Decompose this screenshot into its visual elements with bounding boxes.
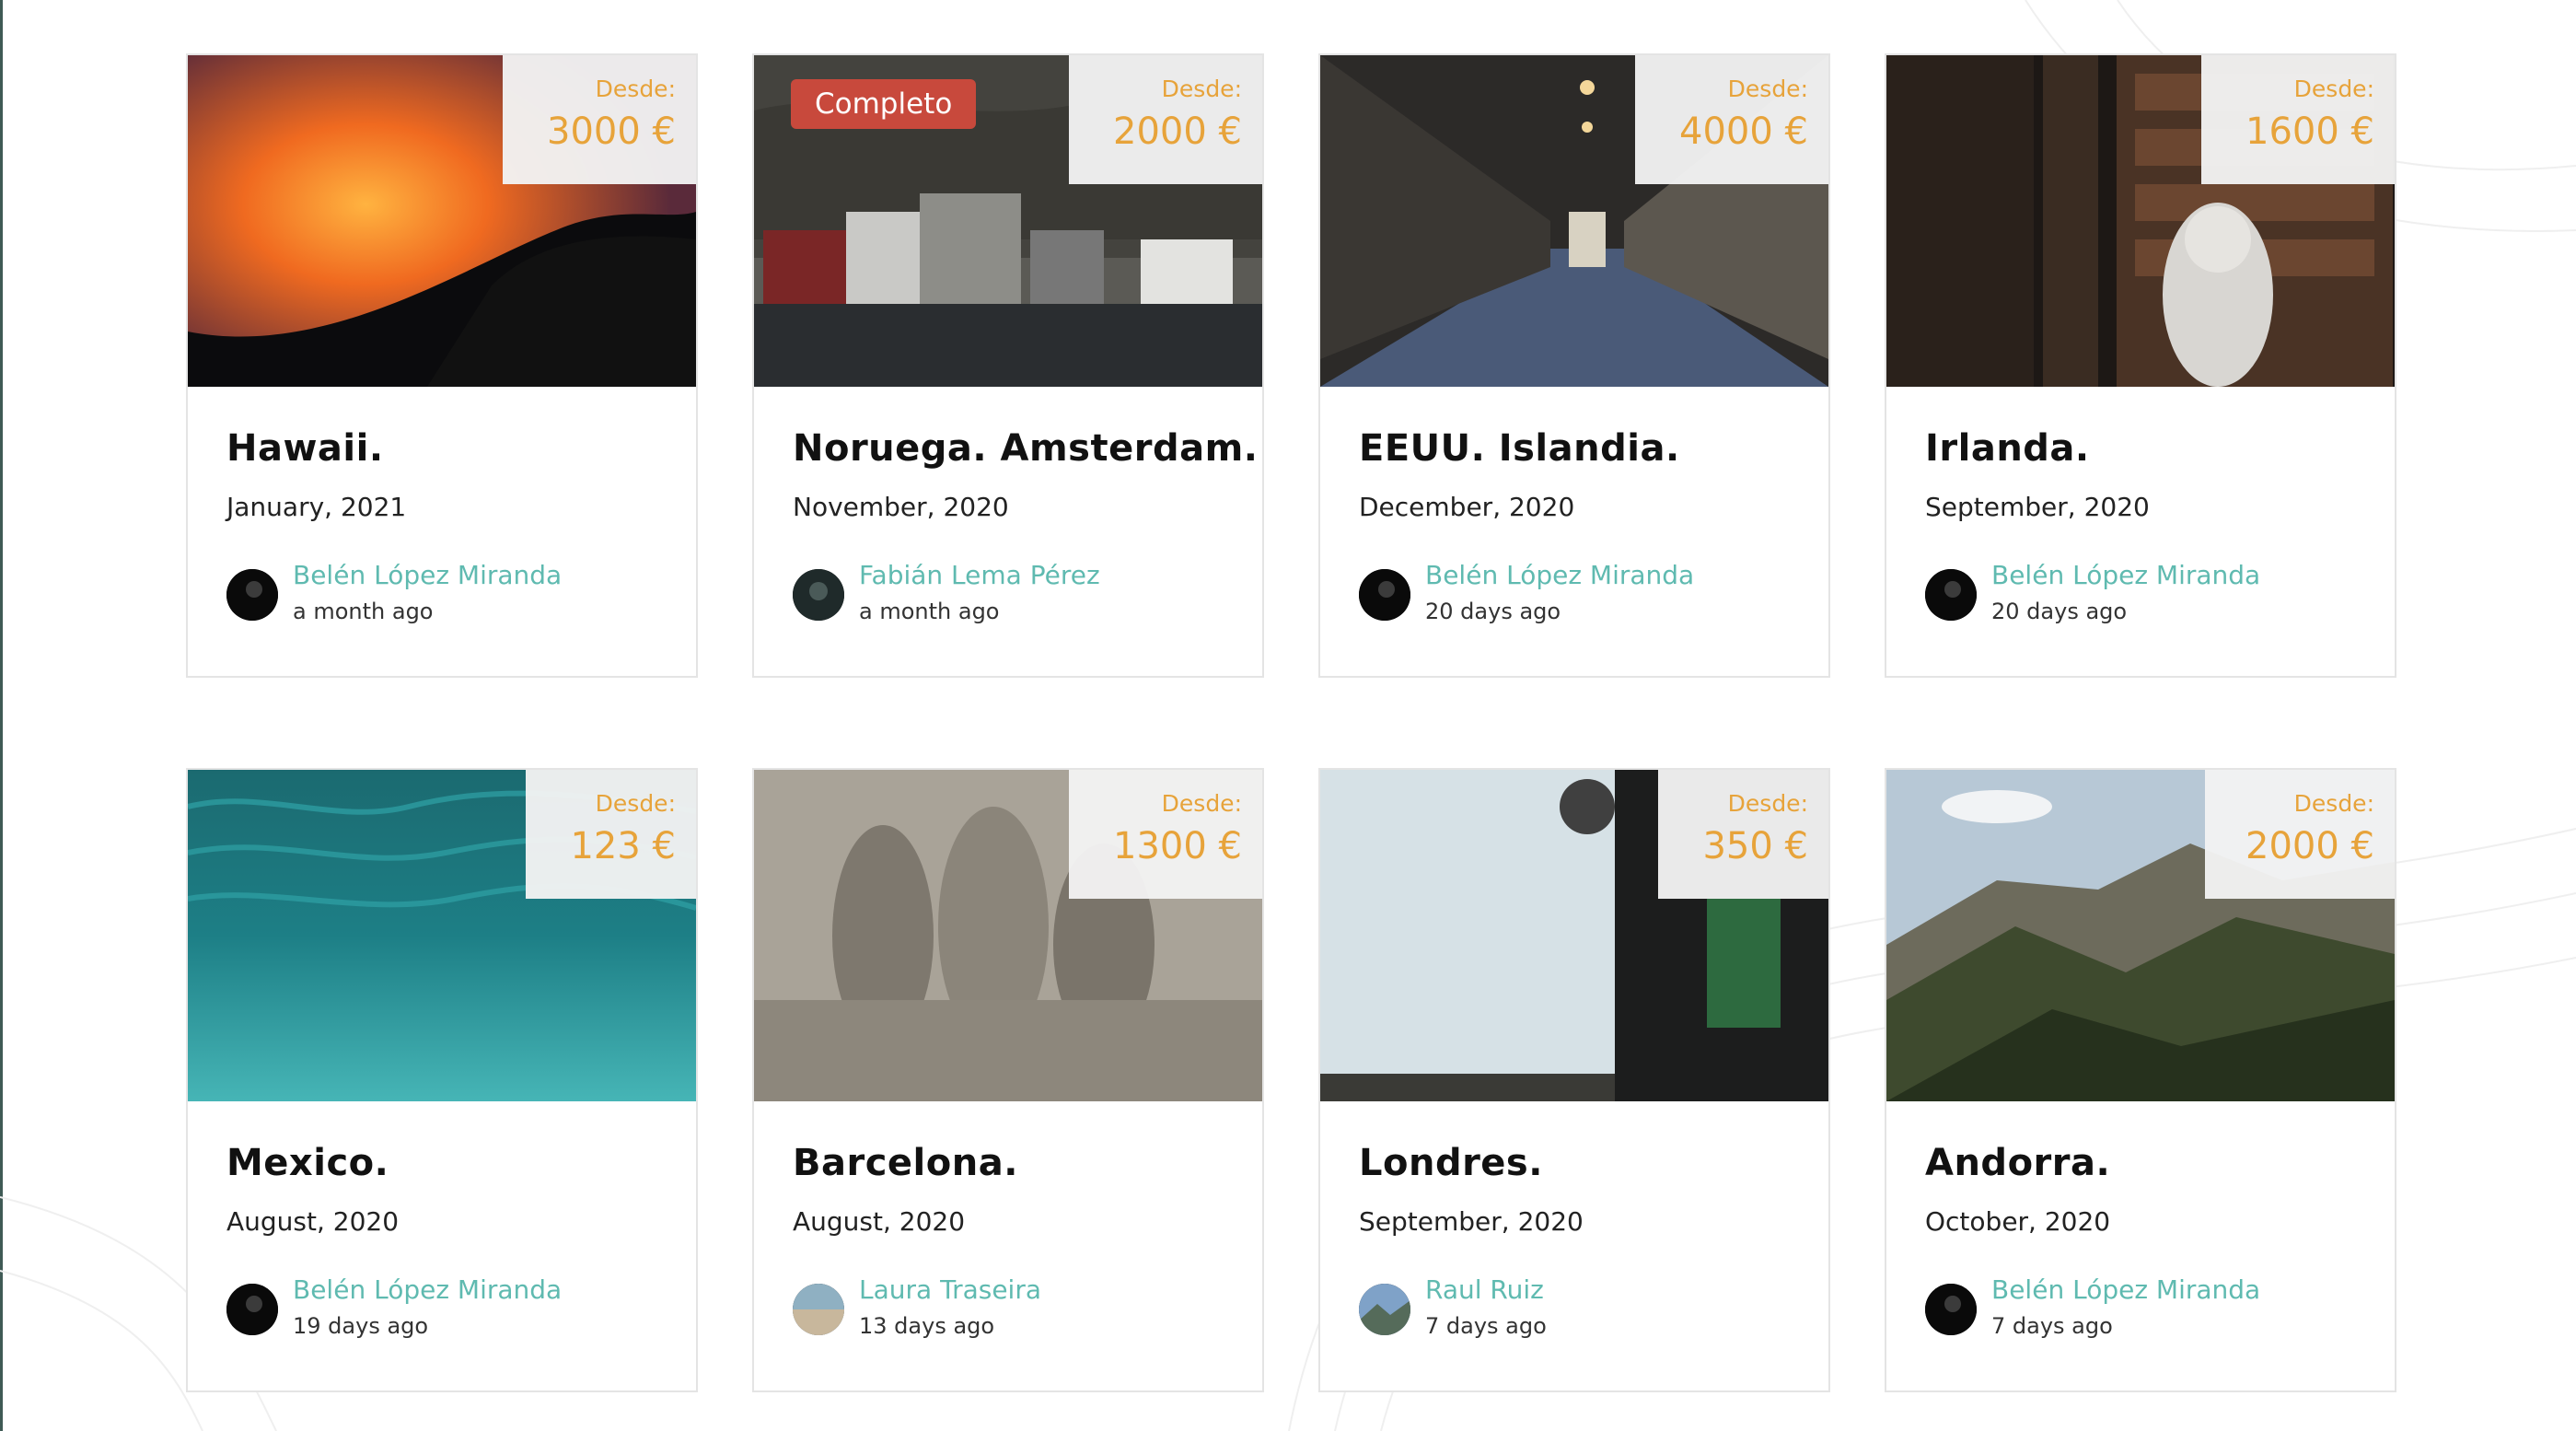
- price-box: Desde: 4000 €: [1635, 55, 1828, 184]
- trip-card[interactable]: Completo Desde: 2000 € Noruega. Amsterda…: [752, 53, 1264, 678]
- trip-card[interactable]: Desde: 1300 € Barcelona. August, 2020 La…: [752, 768, 1264, 1392]
- price-label: Desde:: [1727, 76, 1808, 102]
- price-box: Desde: 1600 €: [2201, 55, 2395, 184]
- trip-title[interactable]: Mexico.: [226, 1142, 389, 1184]
- posted-ago: 13 days ago: [859, 1313, 995, 1339]
- price-value: 1300 €: [1113, 825, 1242, 867]
- trip-date: August, 2020: [226, 1206, 400, 1237]
- price-value: 123 €: [570, 825, 676, 867]
- trip-date: January, 2021: [226, 492, 407, 522]
- trip-title[interactable]: Noruega. Amsterdam.: [793, 427, 1258, 470]
- trip-title[interactable]: Irlanda.: [1925, 427, 2090, 470]
- posted-ago: a month ago: [859, 599, 1000, 624]
- author-avatar[interactable]: [1925, 1284, 1977, 1335]
- author-avatar[interactable]: [793, 1284, 844, 1335]
- price-label: Desde:: [2293, 790, 2374, 817]
- trip-card[interactable]: Desde: 1600 € Irlanda. September, 2020 B…: [1885, 53, 2396, 678]
- posted-ago: 20 days ago: [1991, 599, 2128, 624]
- author-avatar[interactable]: [1359, 1284, 1410, 1335]
- trip-title[interactable]: Barcelona.: [793, 1142, 1018, 1184]
- price-box: Desde: 2000 €: [1069, 55, 1262, 184]
- trip-title[interactable]: Londres.: [1359, 1142, 1543, 1184]
- trip-card-grid: Desde: 3000 € Hawaii. January, 2021 Belé…: [0, 0, 2576, 1431]
- price-box: Desde: 123 €: [526, 770, 696, 899]
- trip-card[interactable]: Desde: 350 € Londres. September, 2020 Ra…: [1318, 768, 1830, 1392]
- price-box: Desde: 3000 €: [503, 55, 696, 184]
- author-avatar[interactable]: [226, 569, 278, 621]
- author-avatar[interactable]: [1359, 569, 1410, 621]
- price-value: 350 €: [1702, 825, 1808, 867]
- author-link[interactable]: Belén López Miranda: [1425, 560, 1694, 590]
- trip-card[interactable]: Desde: 3000 € Hawaii. January, 2021 Belé…: [186, 53, 698, 678]
- author-avatar[interactable]: [226, 1284, 278, 1335]
- author-link[interactable]: Belén López Miranda: [293, 1274, 562, 1305]
- price-box: Desde: 1300 €: [1069, 770, 1262, 899]
- price-box: Desde: 350 €: [1658, 770, 1828, 899]
- price-label: Desde:: [2293, 76, 2374, 102]
- trip-date: August, 2020: [793, 1206, 966, 1237]
- price-label: Desde:: [1727, 790, 1808, 817]
- price-value: 2000 €: [2245, 825, 2374, 867]
- trip-card[interactable]: Desde: 123 € Mexico. August, 2020 Belén …: [186, 768, 698, 1392]
- posted-ago: 19 days ago: [293, 1313, 429, 1339]
- trip-date: September, 2020: [1359, 1206, 1584, 1237]
- author-link[interactable]: Belén López Miranda: [293, 560, 562, 590]
- price-value: 1600 €: [2245, 111, 2374, 153]
- trip-date: November, 2020: [793, 492, 1009, 522]
- price-label: Desde:: [1161, 76, 1242, 102]
- price-value: 4000 €: [1679, 111, 1808, 153]
- author-link[interactable]: Raul Ruiz: [1425, 1274, 1544, 1305]
- posted-ago: 20 days ago: [1425, 599, 1561, 624]
- price-box: Desde: 2000 €: [2205, 770, 2395, 899]
- posted-ago: 7 days ago: [1425, 1313, 1547, 1339]
- author-link[interactable]: Belén López Miranda: [1991, 1274, 2260, 1305]
- price-label: Desde:: [595, 76, 676, 102]
- trip-card[interactable]: Desde: 2000 € Andorra. October, 2020 Bel…: [1885, 768, 2396, 1392]
- trip-date: December, 2020: [1359, 492, 1575, 522]
- author-avatar[interactable]: [1925, 569, 1977, 621]
- author-link[interactable]: Belén López Miranda: [1991, 560, 2260, 590]
- trip-card[interactable]: Desde: 4000 € EEUU. Islandia. December, …: [1318, 53, 1830, 678]
- author-link[interactable]: Laura Traseira: [859, 1274, 1041, 1305]
- posted-ago: a month ago: [293, 599, 434, 624]
- price-label: Desde:: [595, 790, 676, 817]
- posted-ago: 7 days ago: [1991, 1313, 2113, 1339]
- author-link[interactable]: Fabián Lema Pérez: [859, 560, 1100, 590]
- price-value: 2000 €: [1113, 111, 1242, 153]
- trip-date: October, 2020: [1925, 1206, 2111, 1237]
- price-label: Desde:: [1161, 790, 1242, 817]
- price-value: 3000 €: [547, 111, 676, 153]
- trip-title[interactable]: Andorra.: [1925, 1142, 2110, 1184]
- trip-date: September, 2020: [1925, 492, 2150, 522]
- trip-title[interactable]: Hawaii.: [226, 427, 384, 470]
- author-avatar[interactable]: [793, 569, 844, 621]
- full-badge: Completo: [791, 79, 977, 129]
- trip-title[interactable]: EEUU. Islandia.: [1359, 427, 1680, 470]
